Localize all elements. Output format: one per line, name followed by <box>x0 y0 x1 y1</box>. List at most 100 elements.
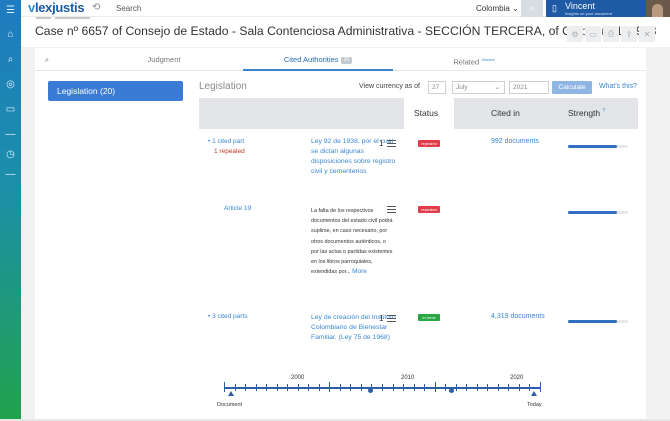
status-badge: In force <box>418 314 440 321</box>
whats-this-link[interactable]: What's this? <box>599 83 637 90</box>
more-link[interactable]: More <box>352 268 367 275</box>
timeline-tick <box>413 384 415 391</box>
avatar[interactable] <box>646 0 670 17</box>
timeline-tick <box>329 382 331 392</box>
legislation-filter-button[interactable]: Legislation (20) <box>48 81 183 101</box>
citation-count: 1 <box>379 139 384 148</box>
home-icon[interactable]: ⌂ <box>3 27 18 42</box>
timeline-tick <box>487 384 489 391</box>
cited-in-link[interactable]: 992 documents <box>491 138 539 145</box>
year-input[interactable]: 2021 <box>509 81 549 94</box>
status-badge: repealed <box>418 140 440 147</box>
user-subtitle: Insights on your document <box>565 11 612 16</box>
timeline-tick <box>434 382 436 392</box>
folder-icon[interactable]: ▭ <box>3 102 18 117</box>
search-icon: ⌕ <box>44 55 50 64</box>
print-icon[interactable]: ⎙ <box>603 26 619 42</box>
timeline-tick <box>508 384 510 391</box>
timeline-tick <box>287 384 289 391</box>
strength-bar <box>568 320 628 323</box>
timeline-tick <box>308 384 310 391</box>
article-link[interactable]: Article 19 <box>224 205 251 212</box>
list-icon[interactable] <box>387 206 396 213</box>
cited-parts-toggle[interactable]: • 1 cited part <box>208 138 244 145</box>
timeline-start-marker <box>228 391 234 396</box>
timeline-marker[interactable] <box>449 388 454 393</box>
timeline-tick <box>392 384 394 391</box>
calculate-button[interactable]: Calculate <box>552 81 592 94</box>
cited-in-link[interactable]: 4,319 documents <box>491 313 545 320</box>
breadcrumb[interactable] <box>36 17 156 20</box>
close-icon[interactable]: ✕ <box>639 26 655 42</box>
timeline-tick <box>476 384 478 391</box>
tab-bar: ⌕ Judgment Cited Authorities 20 Related … <box>35 48 646 71</box>
timeline-tick <box>266 384 268 391</box>
vincent-button[interactable]: ▯ Vincent Insights on your document <box>546 0 646 17</box>
compass-icon[interactable]: ◎ <box>3 77 18 92</box>
list-icon[interactable] <box>387 315 396 322</box>
excerpt-text: La falta de los respectivos documentos d… <box>311 208 393 276</box>
search-icon[interactable]: ⌕ <box>3 52 18 67</box>
timeline-tick <box>540 382 541 392</box>
page-title: Case nº 6657 of Consejo de Estado - Sala… <box>35 24 657 38</box>
timeline-tick <box>403 384 405 391</box>
user-name: Vincent <box>565 1 595 11</box>
timeline-tick <box>318 384 320 391</box>
document-icon: ▯ <box>552 3 557 13</box>
status-header: Status <box>414 108 439 118</box>
search-link[interactable]: Search <box>116 4 141 13</box>
history-icon[interactable]: ⟲ <box>92 2 100 13</box>
settings-icon[interactable]: ⚙ <box>567 26 583 42</box>
section-title: Legislation <box>199 81 247 92</box>
timeline-tick <box>529 384 531 391</box>
timeline-tick <box>255 384 257 391</box>
share-icon[interactable]: ⇪ <box>621 26 637 42</box>
timeline-tick <box>234 384 236 391</box>
status-column <box>404 98 454 366</box>
divider-icon: — <box>5 129 16 140</box>
clock-icon[interactable]: ◷ <box>3 147 18 162</box>
day-input[interactable]: 27 <box>428 81 446 94</box>
document-label: Document <box>217 402 243 408</box>
timeline-tick <box>360 384 362 391</box>
timeline-year: 2020 <box>510 375 524 381</box>
tab-judgment[interactable]: Judgment <box>131 48 197 71</box>
timeline-tick <box>224 382 225 392</box>
tab-cited-authorities[interactable]: Cited Authorities 20 <box>243 48 393 71</box>
timeline-year: 2010 <box>401 375 415 381</box>
cited-in-header: Cited in <box>491 108 520 118</box>
timeline-tick <box>497 384 499 391</box>
timeline-tick <box>245 384 247 391</box>
repealed-note: 1 repealed <box>214 148 245 155</box>
timeline-tick <box>466 384 468 391</box>
status-badge: repealed <box>418 206 440 213</box>
top-bar: vlexjustis ⟲ Search Colombia ⌄ ⌕ ▯ Vince… <box>21 0 670 17</box>
timeline-tick <box>276 384 278 391</box>
divider-icon: — <box>5 169 16 180</box>
country-selector[interactable]: Colombia ⌄ <box>476 4 519 13</box>
timeline-tick <box>445 384 447 391</box>
search-button[interactable]: ⌕ <box>521 0 543 17</box>
strength-bar <box>568 211 628 214</box>
timeline-marker[interactable] <box>368 388 373 393</box>
view-currency-label: View currency as of <box>359 83 420 90</box>
timeline-tick <box>382 384 383 391</box>
help-icon[interactable]: ? <box>603 108 606 114</box>
tab-related[interactable]: Related Vincent <box>439 48 509 71</box>
timeline-tick <box>424 384 426 391</box>
timeline-tick <box>455 384 457 391</box>
timeline-tick <box>350 384 352 391</box>
citation-count: 1 <box>379 314 384 323</box>
vlex-logo[interactable]: vlexjustis <box>28 0 85 15</box>
chevron-down-icon: ⌄ <box>494 84 500 91</box>
folder-icon[interactable]: ▭ <box>585 26 601 42</box>
timeline-tick <box>518 384 520 391</box>
menu-icon[interactable]: ☰ <box>3 3 18 18</box>
timeline-tick <box>339 384 341 391</box>
cited-parts-toggle[interactable]: • 3 cited parts <box>208 313 248 320</box>
timeline-year: 2000 <box>291 375 305 381</box>
month-select[interactable]: July ⌄ <box>452 81 505 94</box>
left-rail: ☰ ⌂ ⌕ ◎ ▭ — ◷ — <box>0 0 21 421</box>
tab-search[interactable]: ⌕ <box>35 48 59 71</box>
list-icon[interactable] <box>387 140 396 147</box>
